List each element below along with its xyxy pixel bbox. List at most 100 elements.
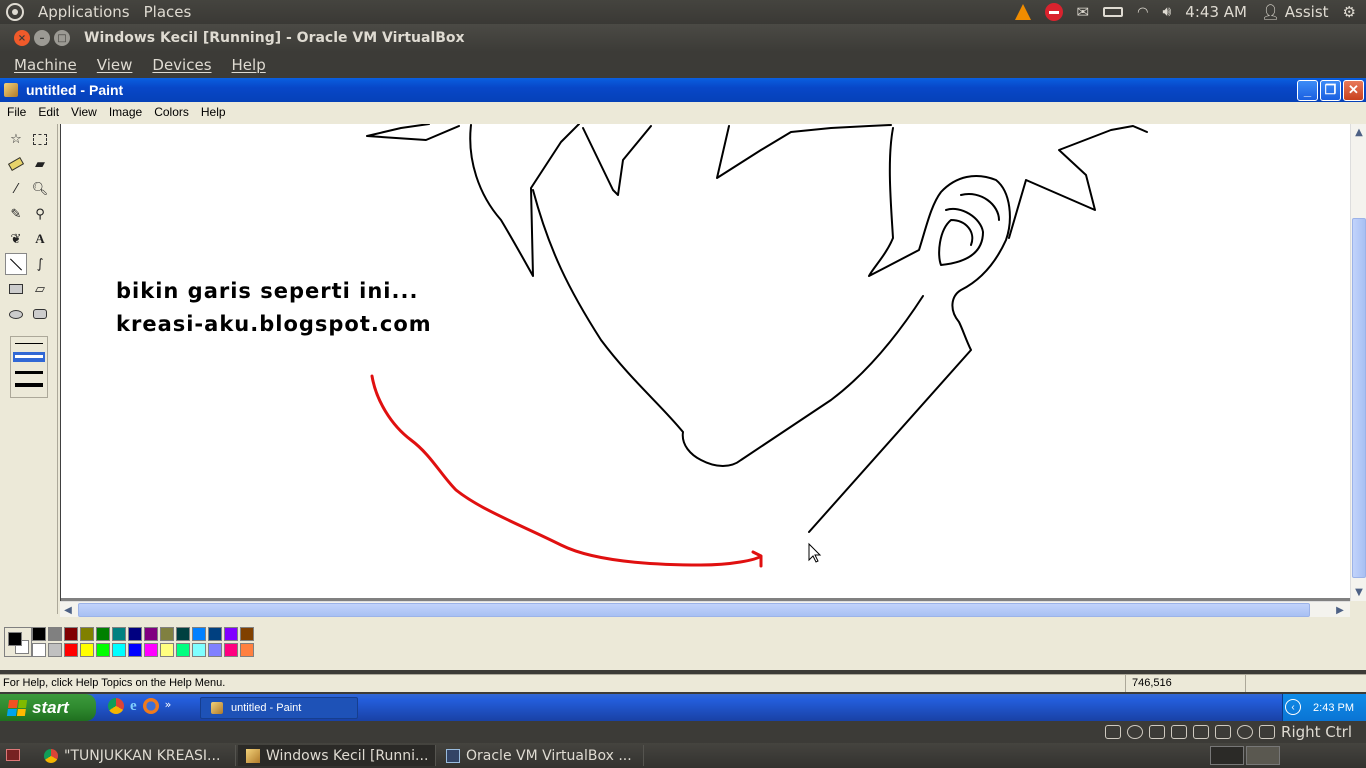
ellipse-tool-icon[interactable] [5, 303, 27, 325]
palette-swatch-bottom-9[interactable] [176, 643, 190, 657]
line-tool-icon[interactable] [5, 253, 27, 275]
palette-swatch-top-7[interactable] [144, 627, 158, 641]
applications-menu[interactable]: Applications [38, 3, 130, 21]
paint-minimize-icon[interactable]: _ [1297, 79, 1318, 101]
line-width-2[interactable] [13, 352, 45, 362]
palette-swatch-bottom-3[interactable] [80, 643, 94, 657]
rounded-rectangle-icon[interactable] [29, 303, 51, 325]
airbrush-icon[interactable]: ❦ [5, 228, 27, 250]
minimize-icon[interactable]: – [34, 30, 50, 46]
text-tool-icon[interactable]: A [29, 228, 51, 250]
scroll-up-icon[interactable]: ▲ [1351, 124, 1366, 140]
scroll-right-icon[interactable]: ▶ [1332, 602, 1348, 618]
vertical-scroll-thumb[interactable] [1352, 218, 1366, 578]
menu-machine[interactable]: Machine [14, 56, 77, 74]
palette-swatch-top-13[interactable] [240, 627, 254, 641]
palette-swatch-top-1[interactable] [48, 627, 62, 641]
scroll-left-icon[interactable]: ◀ [60, 602, 76, 618]
workspace-switcher-1-icon[interactable] [1210, 746, 1244, 765]
horizontal-scrollbar[interactable]: ◀ ▶ [60, 601, 1350, 617]
primary-color-swatch[interactable] [8, 632, 22, 646]
ubuntu-logo-icon[interactable] [6, 3, 24, 21]
curve-tool-icon[interactable]: ∫ [29, 253, 51, 275]
palette-swatch-top-4[interactable] [96, 627, 110, 641]
vertical-scrollbar[interactable]: ▲ ▼ [1350, 124, 1366, 601]
line-width-4[interactable] [15, 383, 43, 387]
palette-swatch-bottom-12[interactable] [224, 643, 238, 657]
scroll-down-icon[interactable]: ▼ [1351, 584, 1366, 600]
paint-menu-file[interactable]: File [7, 105, 26, 119]
palette-swatch-top-11[interactable] [208, 627, 222, 641]
palette-swatch-top-10[interactable] [192, 627, 206, 641]
line-width-3[interactable] [15, 371, 43, 374]
shared-folders-icon[interactable] [1193, 725, 1210, 739]
drawing-canvas[interactable]: bikin garis seperti ini... kreasi-aku.bl… [61, 124, 1350, 598]
vlc-icon[interactable] [1014, 4, 1031, 20]
network-icon[interactable] [1171, 725, 1188, 739]
bottom-task-vbox-vm[interactable]: Windows Kecil [Runni... [238, 745, 436, 766]
quick-launch-more-icon[interactable]: » [165, 698, 172, 715]
do-not-disturb-icon[interactable] [1044, 3, 1063, 21]
current-colors[interactable] [4, 627, 32, 657]
palette-swatch-bottom-11[interactable] [208, 643, 222, 657]
fill-bucket-icon[interactable]: ▰ [29, 153, 51, 175]
places-menu[interactable]: Places [144, 3, 192, 21]
optical-drive-icon[interactable] [1127, 725, 1144, 739]
chrome-icon[interactable] [108, 698, 124, 714]
palette-swatch-bottom-2[interactable] [64, 643, 78, 657]
capture-icon[interactable] [1237, 725, 1254, 739]
start-button[interactable]: start [0, 694, 96, 721]
paint-restore-icon[interactable]: ❐ [1320, 79, 1341, 101]
clock[interactable]: 4:43 AM [1185, 3, 1247, 21]
palette-swatch-bottom-4[interactable] [96, 643, 110, 657]
volume-icon[interactable]: 🔊︎ [1162, 4, 1171, 20]
hard-disk-icon[interactable] [1105, 725, 1122, 739]
paint-menu-edit[interactable]: Edit [38, 105, 59, 119]
palette-swatch-top-9[interactable] [176, 627, 190, 641]
palette-swatch-bottom-10[interactable] [192, 643, 206, 657]
rectangle-select-icon[interactable] [29, 128, 51, 150]
polygon-tool-icon[interactable]: ▱ [29, 278, 51, 300]
palette-swatch-top-6[interactable] [128, 627, 142, 641]
palette-swatch-bottom-6[interactable] [128, 643, 142, 657]
paint-menu-view[interactable]: View [71, 105, 97, 119]
palette-swatch-bottom-8[interactable] [160, 643, 174, 657]
paint-menu-help[interactable]: Help [201, 105, 226, 119]
menu-help[interactable]: Help [232, 56, 266, 74]
paint-close-icon[interactable]: ✕ [1343, 79, 1364, 101]
eraser-icon[interactable] [5, 153, 27, 175]
menu-view[interactable]: View [97, 56, 133, 74]
menu-devices[interactable]: Devices [152, 56, 211, 74]
maximize-icon[interactable]: □ [54, 30, 70, 46]
show-desktop-icon[interactable] [6, 749, 20, 761]
brush-icon[interactable]: ⚲ [29, 203, 51, 225]
palette-swatch-bottom-7[interactable] [144, 643, 158, 657]
display-icon[interactable] [1215, 725, 1232, 739]
palette-swatch-top-5[interactable] [112, 627, 126, 641]
mail-icon[interactable]: ✉ [1077, 3, 1090, 21]
bottom-task-browser[interactable]: "TUNJUKKAN KREASI... [36, 745, 236, 766]
taskbar-item-paint[interactable]: untitled - Paint [200, 697, 358, 719]
magnifier-icon[interactable]: 🔍︎ [29, 178, 51, 200]
palette-swatch-top-12[interactable] [224, 627, 238, 641]
battery-icon[interactable] [1103, 7, 1124, 17]
palette-swatch-bottom-0[interactable] [32, 643, 46, 657]
settings-gear-icon[interactable]: ⚙ [1343, 3, 1356, 21]
palette-swatch-top-3[interactable] [80, 627, 94, 641]
palette-swatch-bottom-13[interactable] [240, 643, 254, 657]
usb-icon[interactable] [1149, 725, 1166, 739]
paint-menu-image[interactable]: Image [109, 105, 142, 119]
pick-color-icon[interactable]: ⁄ [5, 178, 27, 200]
firefox-icon[interactable] [142, 698, 159, 714]
bottom-task-vbox-manager[interactable]: Oracle VM VirtualBox ... [438, 745, 644, 766]
xp-clock[interactable]: 2:43 PM [1313, 702, 1354, 714]
palette-swatch-bottom-1[interactable] [48, 643, 62, 657]
line-width-1[interactable] [15, 343, 43, 344]
free-form-select-icon[interactable]: ☆ [5, 128, 27, 150]
wifi-icon[interactable]: ◠ [1137, 5, 1148, 20]
ie-icon[interactable]: e [130, 698, 137, 715]
palette-swatch-top-0[interactable] [32, 627, 46, 641]
palette-swatch-bottom-5[interactable] [112, 643, 126, 657]
close-icon[interactable]: × [14, 30, 30, 46]
tray-expand-icon[interactable]: ‹ [1285, 699, 1301, 715]
